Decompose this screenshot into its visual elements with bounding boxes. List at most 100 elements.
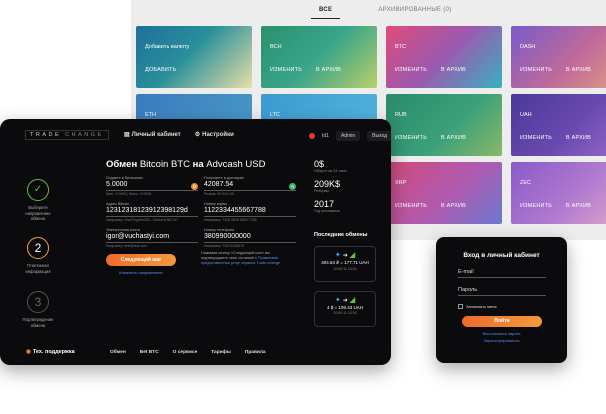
stats-panel: 0$ Оборот за 24 часа 209K$ Резервы 2017 … <box>314 159 382 219</box>
admin-button[interactable]: Admin <box>335 131 361 141</box>
footer-link[interactable]: Обмен <box>110 350 126 355</box>
remember-me[interactable]: Запомнить меня <box>458 304 497 309</box>
wallet-archive-button[interactable]: В АРХИВ <box>441 67 466 73</box>
wallet-card[interactable]: Добавить валюту ДОБАВИТЬ <box>136 26 252 88</box>
user-id[interactable]: Id1 <box>322 133 329 139</box>
nav-settings-label: Настройки <box>202 132 234 138</box>
phone-input[interactable]: 380990000000 <box>204 232 296 243</box>
title-word-1: Обмен <box>106 159 138 170</box>
logo[interactable]: TRADE CHANGE <box>25 130 109 140</box>
wallet-card[interactable]: BCH ИЗМЕНИТЬ В АРХИВ <box>261 26 377 88</box>
stat-year: 2017 Год основания <box>314 199 382 213</box>
tab-archived[interactable]: АРХИВИРОВАННЫЕ (0) <box>370 4 459 19</box>
exchange-form: Обмен Bitcoin BTC на Advcash USD Отдаете… <box>106 159 296 275</box>
wallet-card[interactable]: XRP ИЗМЕНИТЬ В АРХИВ <box>386 162 502 224</box>
step-3-number: 3 <box>27 291 49 313</box>
wallet-name: RUB <box>395 112 407 118</box>
logo-text-a: TRADE <box>30 132 62 138</box>
stat-turnover-label: Оборот за 24 часа <box>314 169 347 173</box>
nav-cabinet[interactable]: ▤ Личный кабинет <box>124 131 181 138</box>
nav-settings[interactable]: ⚙ Настройки <box>195 131 234 138</box>
step-1: ✓ Выберите направление обмена <box>18 179 58 222</box>
checkbox-icon[interactable] <box>458 304 463 309</box>
wallet-archive-button[interactable]: В АРХИВ <box>566 135 591 141</box>
restore-password-link[interactable]: Восстановить пароль <box>436 332 567 336</box>
app-footer: ◉ Тех. поддержка Обмен Bet BTC О сервисе … <box>0 343 391 365</box>
wallet-actions: ИЗМЕНИТЬ В АРХИВ <box>270 67 341 73</box>
email-hint: Например: test@test.com <box>106 244 147 248</box>
stat-reserves-value: 209K$ <box>314 179 341 189</box>
wallet-edit-button[interactable]: ИЗМЕНИТЬ <box>520 135 552 141</box>
step-1-label: Выберите направление обмена <box>25 205 51 222</box>
wallet-card[interactable]: RUB ИЗМЕНИТЬ В АРХИВ <box>386 94 502 156</box>
wallet-name: LTC <box>270 112 280 118</box>
card-input[interactable]: 1122334455667788 <box>204 206 296 217</box>
amount-row: Отдаете в биткоинах 5.0000 ₿ Мин.: 0.049… <box>106 176 296 196</box>
step-2-number: 2 <box>27 237 49 259</box>
wallet-archive-button[interactable]: В АРХИВ <box>441 135 466 141</box>
wallet-name: UAH <box>520 112 532 118</box>
check-icon: ✓ <box>27 179 49 201</box>
footer-link[interactable]: Bet BTC <box>140 350 159 355</box>
wallet-name: BTC <box>395 44 406 50</box>
wallet-edit-button[interactable]: ИЗМЕНИТЬ <box>520 203 552 209</box>
wallet-actions: ИЗМЕНИТЬ В АРХИВ <box>395 135 466 141</box>
change-direction-link[interactable]: Изменить направление <box>106 270 176 275</box>
login-button[interactable]: Войти <box>462 316 542 327</box>
exchange-time: 10:00:11 10.04 <box>333 311 357 315</box>
stat-reserves: 209K$ Резервы <box>314 179 382 193</box>
wallet-actions: ИЗМЕНИТЬ В АРХИВ <box>395 67 466 73</box>
stat-turnover-value: 0$ <box>314 159 325 169</box>
wallet-name: Добавить валюту <box>145 44 190 50</box>
wallet-edit-button[interactable]: ИЗМЕНИТЬ <box>395 203 427 209</box>
wallet-edit-button[interactable]: ИЗМЕНИТЬ <box>395 67 427 73</box>
wallet-actions: ДОБАВИТЬ <box>145 67 176 73</box>
exchange-time: 10:00:11 10.04 <box>333 267 357 271</box>
wallet-archive-button[interactable]: В АРХИВ <box>316 67 341 73</box>
wallet-card[interactable]: UAH ИЗМЕНИТЬ В АРХИВ <box>511 94 606 156</box>
address-field: Адрес Bitcoin 12312318123912398129d Напр… <box>106 202 198 222</box>
wallet-edit-button[interactable]: ИЗМЕНИТЬ <box>270 67 302 73</box>
footer-link[interactable]: Правила <box>245 350 266 355</box>
footer-links: Обмен Bet BTC О сервисе Тарифы Правила <box>110 350 266 355</box>
wallet-card[interactable]: DASH ИЗМЕНИТЬ В АРХИВ <box>511 26 606 88</box>
email-input[interactable]: igor@vuchastyi.com <box>106 232 198 243</box>
wallet-name: BCH <box>270 44 282 50</box>
step-2-label: Платежная информация <box>25 263 51 274</box>
exchange-item[interactable]: ✦ ➜ ◢ 404.64 ₽ = 177.71 UAH 10:00:11 10.… <box>314 246 376 282</box>
wallet-archive-button[interactable]: В АРХИВ <box>566 203 591 209</box>
title-word-2: на <box>192 159 204 170</box>
register-link[interactable]: Зарегистрироваться <box>436 339 567 343</box>
footer-link[interactable]: О сервисе <box>173 350 198 355</box>
footer-link[interactable]: Тарифы <box>211 350 231 355</box>
wallet-name: XRP <box>395 180 407 186</box>
logout-button[interactable]: Выход <box>367 131 391 141</box>
login-email-input[interactable]: E-mail <box>458 269 546 278</box>
step-3-label: Подтверждение обмена <box>22 317 54 328</box>
give-input[interactable]: 5.0000 <box>106 180 198 191</box>
get-input[interactable]: 42087.54 <box>204 180 296 191</box>
exchange-pair-icon: ✦ ➜ ◢ <box>334 297 356 304</box>
exchange-item[interactable]: ✦ ➜ ◢ 4 $ = 109.43 UAH 10:00:11 10.04 <box>314 291 376 327</box>
next-step-button[interactable]: Следующий шаг <box>106 254 176 266</box>
logo-text-b: CHANGE <box>65 132 104 138</box>
login-password-input[interactable]: Пароль <box>458 287 546 296</box>
wallet-edit-button[interactable]: ИЗМЕНИТЬ <box>520 67 552 73</box>
exchange-title: Обмен Bitcoin BTC на Advcash USD <box>106 159 296 170</box>
address-input[interactable]: 12312318123912398129d <box>106 206 198 217</box>
support-link[interactable]: ◉ Тех. поддержка <box>26 349 75 355</box>
step-3: 3 Подтверждение обмена <box>18 291 58 328</box>
wallet-archive-button[interactable]: В АРХИВ <box>441 203 466 209</box>
give-field: Отдаете в биткоинах 5.0000 ₿ Мин.: 0.049… <box>106 176 198 196</box>
support-label: Тех. поддержка <box>32 349 75 355</box>
tab-all[interactable]: ВСЕ <box>311 4 341 19</box>
give-hint: Мин.: 0.0491 | Макс.: 9.0916 <box>106 192 152 196</box>
wallet-archive-button[interactable]: В АРХИВ <box>566 67 591 73</box>
exchange-amount: 4 $ = 109.43 UAH <box>327 305 363 310</box>
wallet-edit-button[interactable]: ИЗМЕНИТЬ <box>395 135 427 141</box>
wallet-card[interactable]: BTC ИЗМЕНИТЬ В АРХИВ <box>386 26 502 88</box>
wallet-edit-button[interactable]: ДОБАВИТЬ <box>145 67 176 73</box>
screen: ВСЕ АРХИВИРОВАННЫЕ (0) Добавить валюту ДО… <box>0 0 606 414</box>
wallet-card[interactable]: ZEC ИЗМЕНИТЬ В АРХИВ <box>511 162 606 224</box>
nav-cabinet-label: Личный кабинет <box>131 132 181 138</box>
